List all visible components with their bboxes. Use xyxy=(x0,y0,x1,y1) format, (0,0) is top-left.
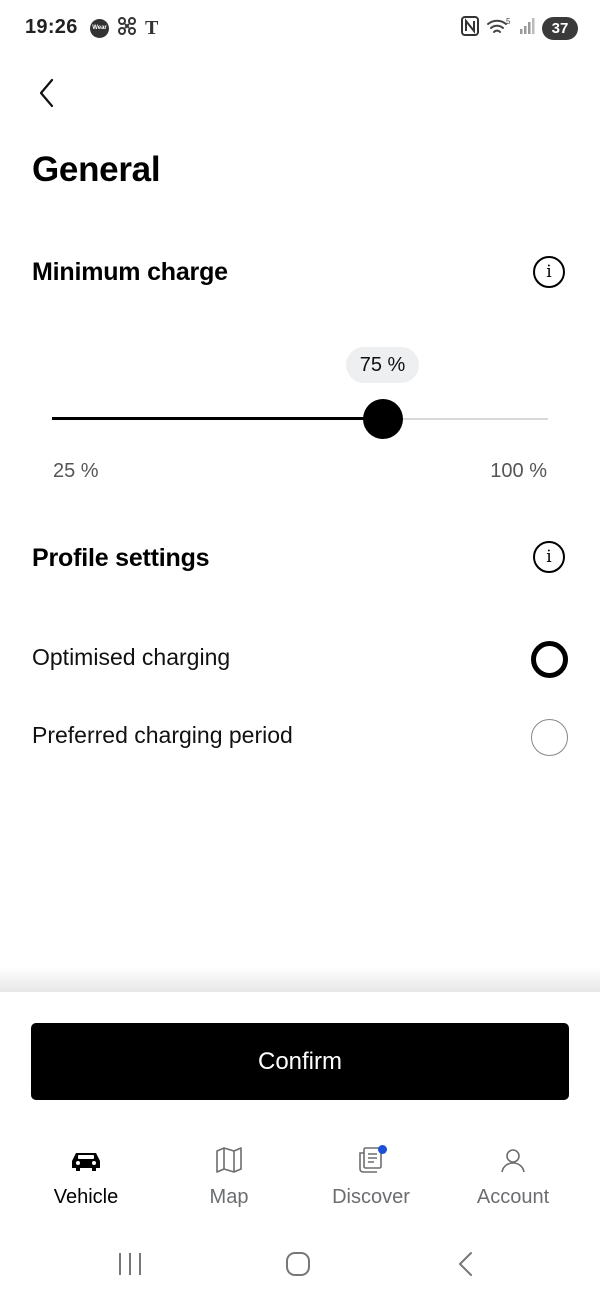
chevron-left-icon xyxy=(39,78,54,108)
back-button[interactable] xyxy=(32,76,62,110)
nav-label: Account xyxy=(476,1186,550,1208)
t-icon: T xyxy=(145,17,159,39)
nav-vehicle[interactable]: Vehicle xyxy=(16,1140,156,1216)
car-icon xyxy=(66,1140,106,1180)
recent-apps-icon xyxy=(119,1253,141,1275)
nav-label: Discover xyxy=(332,1186,410,1208)
status-left-icons: Wear T xyxy=(90,16,158,40)
slider-fill xyxy=(52,417,383,420)
map-icon xyxy=(209,1140,249,1180)
option-label: Preferred charging period xyxy=(32,722,293,748)
status-time: 19:26 xyxy=(25,16,78,38)
radio-button[interactable] xyxy=(531,719,568,756)
profile-settings-info-button[interactable]: i xyxy=(533,541,565,573)
panel-shadow xyxy=(0,966,600,994)
minimum-charge-title: Minimum charge xyxy=(32,258,228,286)
account-icon xyxy=(493,1140,533,1180)
nav-map[interactable]: Map xyxy=(159,1140,299,1216)
system-back-icon xyxy=(458,1252,472,1276)
nav-account[interactable]: Account xyxy=(443,1140,583,1216)
recent-apps-button[interactable] xyxy=(110,1248,150,1280)
slider-min-label: 25 % xyxy=(53,460,99,482)
wifi-icon: 5 xyxy=(486,16,512,41)
notification-badge xyxy=(378,1145,387,1154)
status-bar: 19:26 Wear T 5 37 xyxy=(0,0,600,56)
slider-thumb[interactable] xyxy=(362,399,403,439)
nav-label: Map xyxy=(209,1186,249,1208)
minimum-charge-info-button[interactable]: i xyxy=(533,256,565,288)
page-title: General xyxy=(32,150,161,189)
svg-text:5: 5 xyxy=(506,17,511,26)
confirm-button[interactable]: Confirm xyxy=(31,1023,569,1100)
fan-icon xyxy=(117,16,137,41)
nav-label: Vehicle xyxy=(53,1186,119,1208)
profile-settings-title: Profile settings xyxy=(32,544,210,572)
home-button[interactable] xyxy=(278,1248,318,1280)
option-optimised-charging[interactable]: Optimised charging xyxy=(0,630,600,690)
home-icon xyxy=(286,1252,310,1276)
option-label: Optimised charging xyxy=(32,644,231,670)
battery-icon: 37 xyxy=(542,16,578,40)
info-icon: i xyxy=(546,261,552,282)
radio-button[interactable] xyxy=(531,641,568,678)
system-back-button[interactable] xyxy=(446,1248,486,1280)
option-preferred-charging-period[interactable]: Preferred charging period xyxy=(0,708,600,768)
system-navigation-bar xyxy=(0,1236,600,1292)
signal-icon xyxy=(519,17,535,40)
slider-value-label: 75 % xyxy=(346,347,419,383)
status-right-icons: 5 37 xyxy=(461,15,578,41)
nav-discover[interactable]: Discover xyxy=(301,1140,441,1216)
slider-max-label: 100 % xyxy=(490,460,547,482)
discover-icon xyxy=(351,1140,391,1180)
info-icon: i xyxy=(546,546,552,567)
nfc-icon xyxy=(461,15,479,41)
wear-icon: Wear xyxy=(90,18,109,38)
